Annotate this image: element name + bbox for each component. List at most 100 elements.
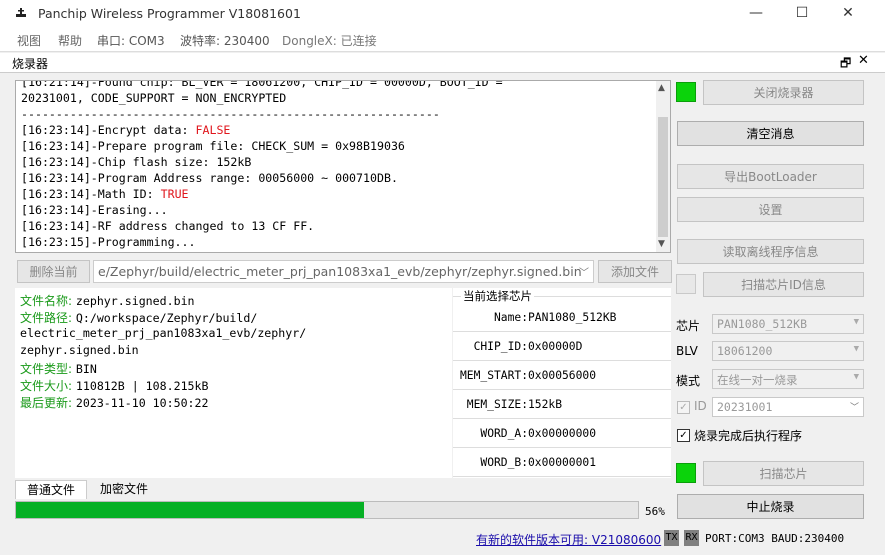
blv-select-value: 18061200: [717, 344, 773, 358]
menu-baud[interactable]: 波特率: 230400: [180, 32, 270, 49]
chevron-down-icon: ▼: [853, 317, 859, 327]
file-name-value: zephyr.signed.bin: [75, 294, 195, 308]
mode-select-value: 在线一对一烧录: [717, 373, 798, 387]
chip-info-value: PAN1080_512KB: [528, 311, 617, 324]
export-bootloader-button[interactable]: 导出BootLoader: [677, 164, 864, 189]
log-line: [16:23:14]-RF address changed to 13 CF F…: [21, 218, 503, 234]
programmer-status-led: [676, 82, 696, 102]
delete-current-button[interactable]: 删除当前: [17, 260, 90, 283]
log-line-highlight: FALSE: [195, 123, 231, 137]
current-chip-group: 当前选择芯片 Name: PAN1080_512KB CHIP_ID: 0x00000…: [453, 288, 671, 478]
id-label: ID: [694, 399, 707, 413]
scan-chip-status-led: [676, 463, 696, 483]
update-link[interactable]: 有新的软件版本可用: V21080600: [476, 531, 661, 548]
file-path-combobox[interactable]: e/Zephyr/build/electric_meter_prj_pan108…: [93, 260, 594, 283]
log-line-text: [16:23:14]-Chip flash size: 152kB: [21, 155, 252, 169]
progress-bar: [15, 501, 639, 519]
chip-info-key: CHIP_ID:: [473, 340, 528, 353]
file-tabs: 普通文件 加密文件: [15, 480, 415, 499]
tab-normal-file[interactable]: 普通文件: [15, 480, 87, 499]
title-bar: Panchip Wireless Programmer V18081601 — …: [0, 0, 885, 28]
file-info-panel: 文件名称: zephyr.signed.bin 文件路径: Q:/workspa…: [15, 288, 452, 478]
scroll-up-icon[interactable]: ▲: [658, 83, 665, 93]
file-path-line-3: zephyr.signed.bin: [20, 343, 139, 357]
add-file-button[interactable]: 添加文件: [598, 260, 672, 283]
blv-select[interactable]: 18061200 ▼: [712, 341, 864, 361]
file-size-label: 文件大小:: [20, 379, 73, 393]
scroll-thumb[interactable]: [658, 117, 668, 237]
log-line-text: [16:23:14]-RF address changed to 13 CF F…: [21, 219, 315, 233]
close-button[interactable]: ✕: [825, 0, 871, 28]
panel-close-icon[interactable]: ✕: [858, 53, 869, 68]
rx-indicator: RX: [684, 530, 699, 546]
id-combo-value: 20231001: [717, 400, 773, 414]
log-line-text: [16:23:14]-Prepare program file: CHECK_S…: [21, 139, 405, 153]
chip-info-key: Name:: [493, 311, 528, 324]
mode-select[interactable]: 在线一对一烧录 ▼: [712, 369, 864, 389]
chip-info-row: WORD_B: 0x00000001: [453, 449, 671, 477]
mode-label: 模式: [676, 374, 701, 388]
log-line: [16:23:14]-Chip flash size: 152kB: [21, 154, 503, 170]
chip-group-legend: 当前选择芯片: [461, 288, 534, 304]
blv-label: BLV: [676, 344, 698, 358]
settings-button[interactable]: 设置: [677, 197, 864, 222]
id-combo[interactable]: 20231001 ﹀: [712, 397, 864, 417]
chevron-down-icon[interactable]: ﹀: [579, 264, 589, 279]
log-line-text: [16:23:14]-Program Address range: 000560…: [21, 171, 398, 185]
log-lines: [16:21:14]-Found chip: BL_VER = 18061200…: [21, 80, 503, 250]
file-name-label: 文件名称:: [20, 294, 73, 308]
chip-info-row: MEM_START: 0x00056000: [453, 362, 671, 390]
scan-id-status-led: [676, 274, 696, 294]
log-line: [16:23:14]-Math ID: TRUE: [21, 186, 503, 202]
read-offline-info-button[interactable]: 读取离线程序信息: [677, 239, 864, 264]
app-icon: [16, 8, 26, 17]
tab-encrypted-file[interactable]: 加密文件: [89, 480, 159, 499]
file-type-label: 文件类型:: [20, 362, 73, 376]
minimize-button[interactable]: —: [733, 0, 779, 28]
close-programmer-button[interactable]: 关闭烧录器: [703, 80, 864, 105]
log-line-text: [16:21:14]-Found chip: BL_VER = 18061200…: [21, 80, 503, 89]
log-line-text: [16:23:14]-Erasing...: [21, 203, 168, 217]
scroll-down-icon[interactable]: ▼: [658, 239, 665, 249]
log-line-text: [16:23:14]-Math ID:: [21, 187, 161, 201]
menu-port[interactable]: 串口: COM3: [97, 32, 165, 49]
file-updated-value: 2023-11-10 10:50:22: [75, 396, 209, 410]
scan-chip-id-button[interactable]: 扫描芯片ID信息: [703, 272, 864, 297]
menu-bar: 视图 帮助 串口: COM3 波特率: 230400 DongleX: 已连接: [0, 28, 885, 52]
chip-info-key: WORD_B:: [480, 456, 528, 469]
chip-info-key: WORD_A:: [480, 427, 528, 440]
menu-help[interactable]: 帮助: [58, 32, 82, 49]
log-line-text: [16:23:14]-Encrypt data:: [21, 123, 196, 137]
chip-label: 芯片: [676, 319, 701, 333]
file-path-label: 文件路径:: [20, 311, 73, 325]
restore-icon[interactable]: 🗗: [840, 54, 851, 75]
chip-info-row: Name: PAN1080_512KB: [453, 304, 671, 332]
log-line-text: [16:23:15]-Programming...: [21, 235, 196, 249]
run-after-label: 烧录完成后执行程序: [694, 429, 803, 443]
clear-messages-button[interactable]: 清空消息: [677, 121, 864, 146]
file-updated-label: 最后更新:: [20, 396, 73, 410]
menu-view[interactable]: 视图: [17, 32, 41, 49]
update-text: 有新的软件版本可用:: [476, 533, 589, 547]
file-type-value: BIN: [75, 362, 97, 376]
log-scrollbar[interactable]: ▲ ▼: [656, 81, 670, 252]
log-line: [16:23:14]-Prepare program file: CHECK_S…: [21, 138, 503, 154]
log-line: 20231001, CODE_SUPPORT = NON_ENCRYPTED: [21, 90, 503, 106]
file-path-line-2: electric_meter_prj_pan1083xa1_evb/zephyr…: [20, 326, 307, 340]
maximize-button[interactable]: ☐: [779, 0, 825, 28]
id-checkbox[interactable]: ✓: [677, 401, 690, 414]
abort-programming-button[interactable]: 中止烧录: [677, 494, 864, 519]
chip-info-value: 0x00000000: [528, 427, 597, 440]
chip-select[interactable]: PAN1080_512KB ▼: [712, 314, 864, 334]
progress-fill: [16, 502, 365, 518]
chip-info-row: CHIP_ID: 0x00000D: [453, 333, 671, 361]
chip-info-value: 0x00056000: [528, 369, 597, 382]
scan-chip-button[interactable]: 扫描芯片: [703, 461, 864, 486]
menu-dongle[interactable]: DongleX: 已连接: [282, 32, 377, 49]
log-line: [16:23:15]-Programming...: [21, 234, 503, 250]
run-after-checkbox[interactable]: ✓: [677, 429, 690, 442]
log-output[interactable]: [16:21:14]-Found chip: BL_VER = 18061200…: [15, 80, 671, 253]
chevron-down-icon: ▼: [853, 372, 859, 382]
panel-title: 烧录器: [12, 57, 49, 71]
progress-percent: 56%: [645, 505, 665, 518]
